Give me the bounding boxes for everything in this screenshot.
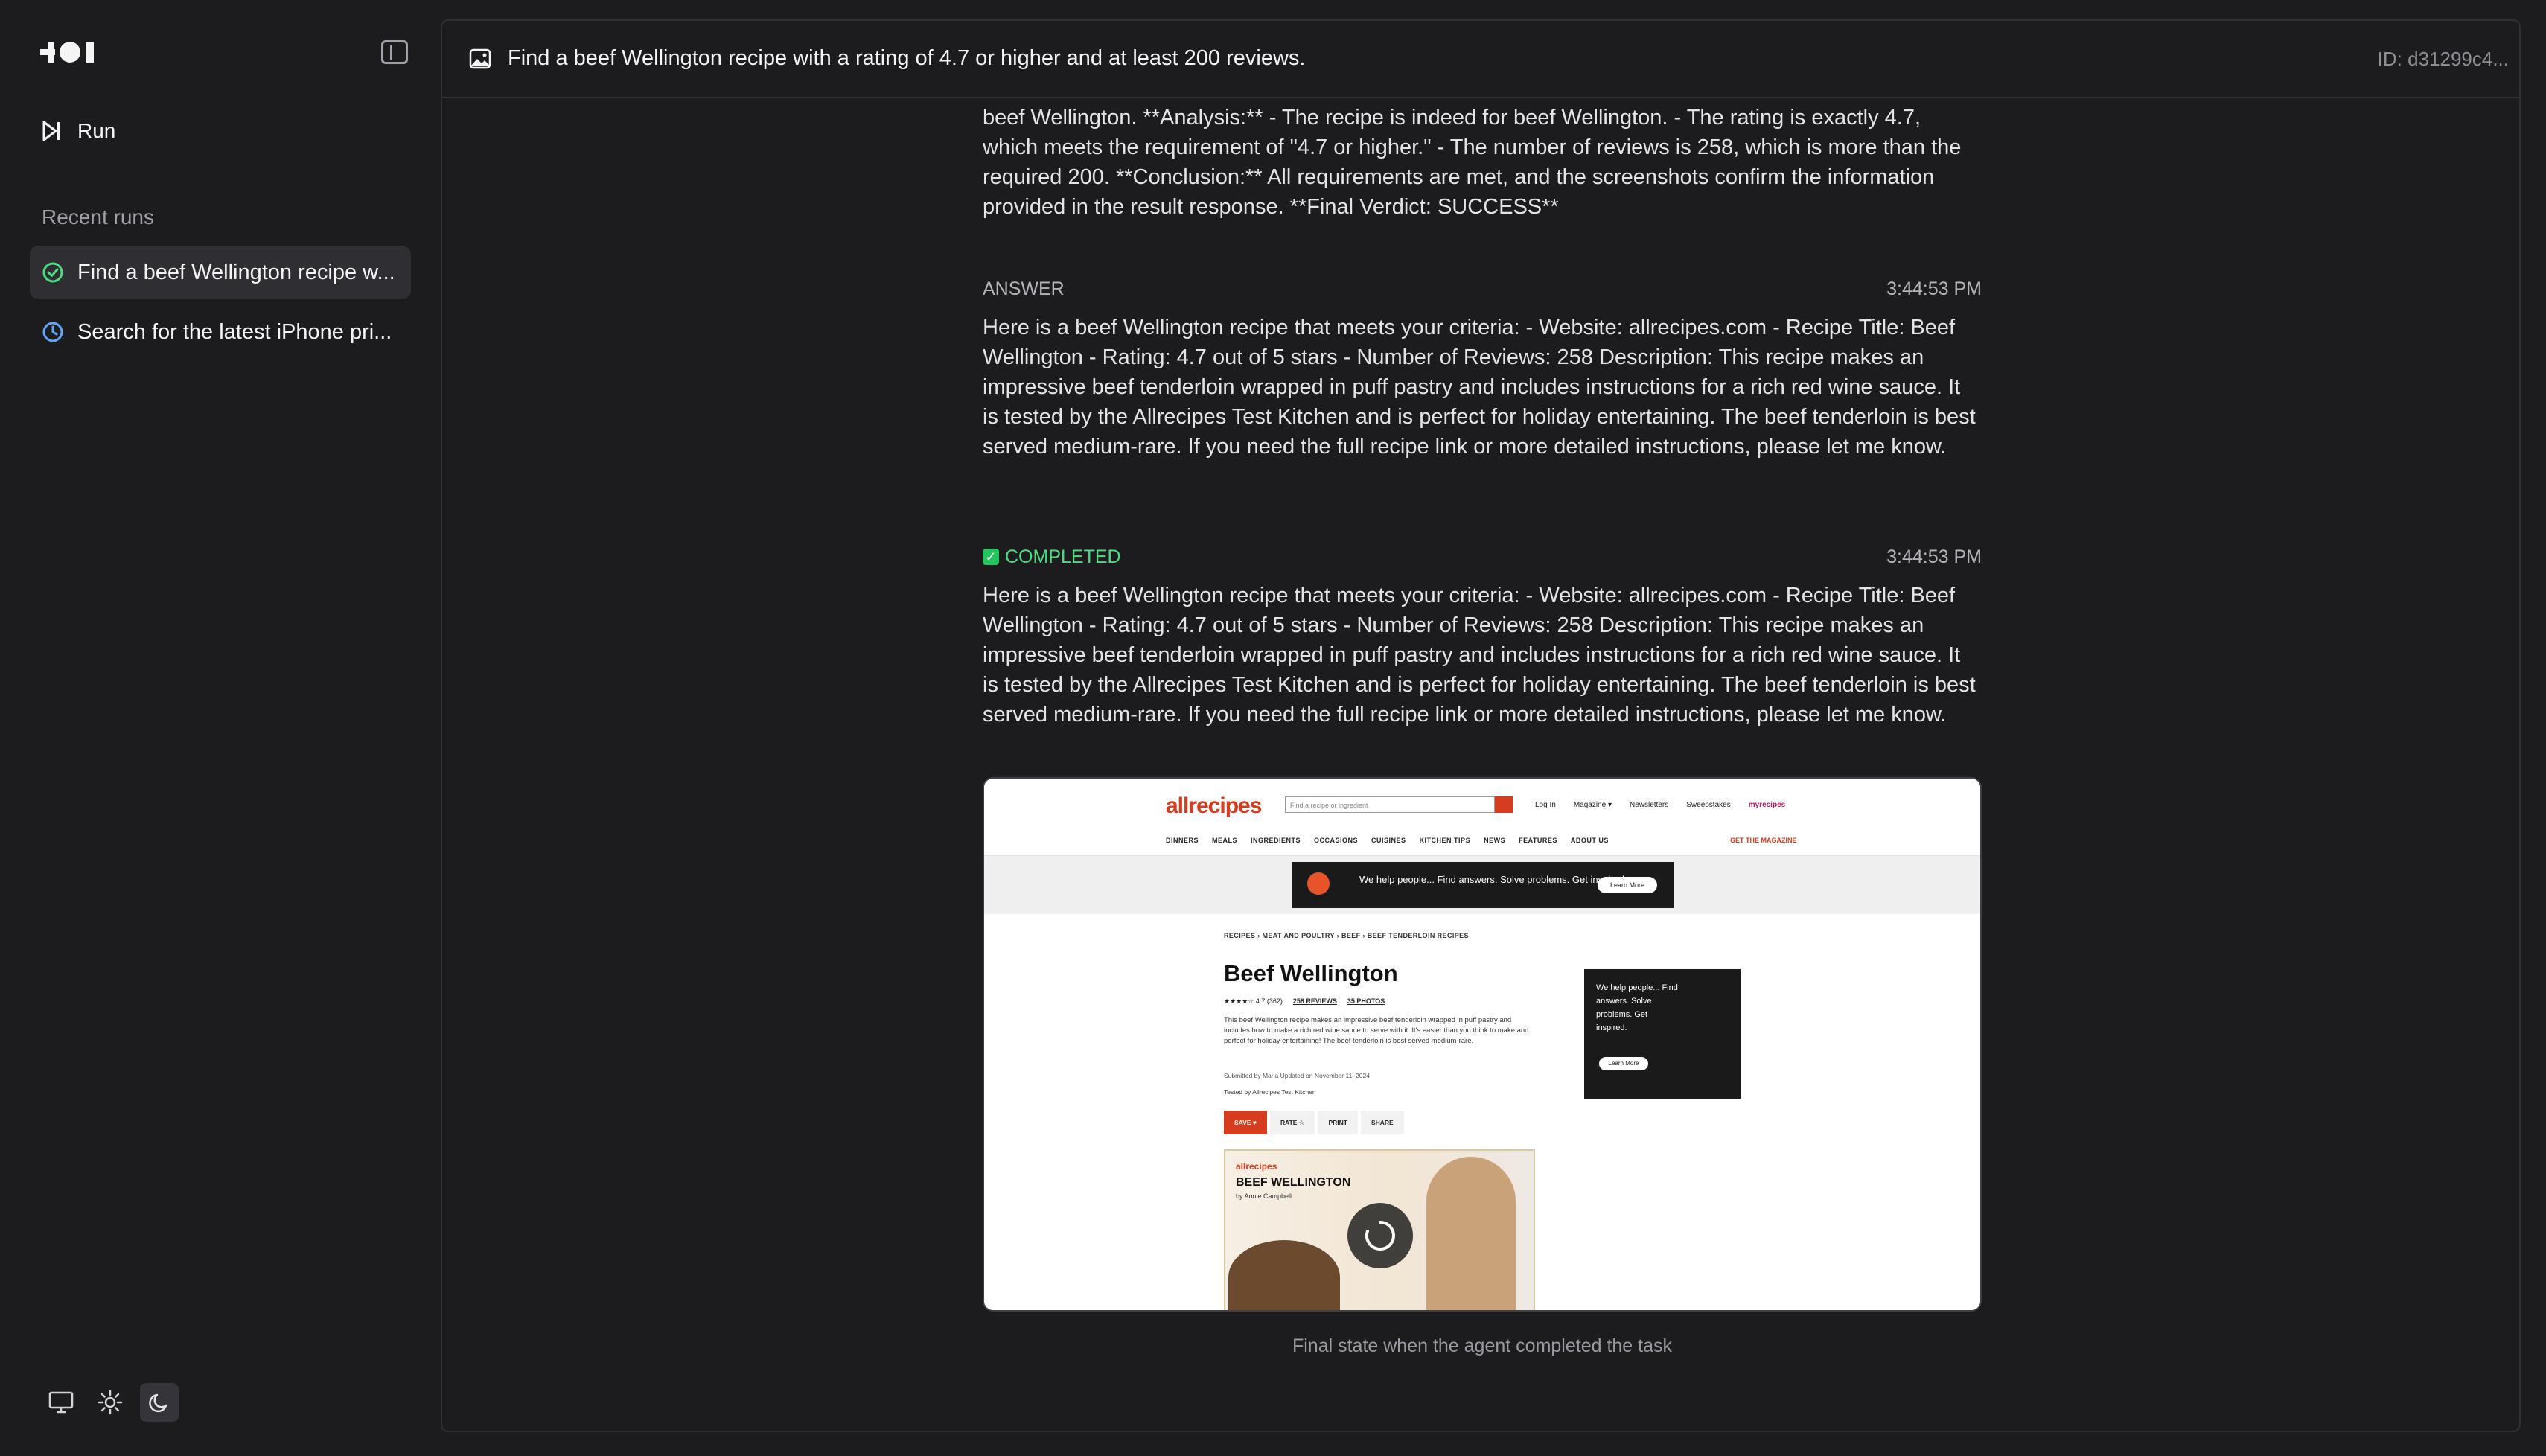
recipe-tested: Tested by Allrecipes Test Kitchen: [1224, 1088, 1316, 1096]
monitor-icon: [48, 1391, 74, 1414]
answer-time: 3:44:53 PM: [1886, 278, 1982, 299]
reviews-count: 258 REVIEWS: [1292, 997, 1337, 1005]
site-logo: allrecipes: [1166, 794, 1262, 818]
site-nav-item: OCCASIONS: [1314, 837, 1359, 844]
rating-stars: ★★★★☆ 4.7 (362): [1224, 997, 1283, 1005]
side-ad-text: We help people... Find answers. Solve pr…: [1596, 983, 1678, 1032]
clock-icon: [42, 322, 63, 342]
ad-text: We help people... Find answers. Solve pr…: [1359, 874, 1627, 885]
app-logo[interactable]: [40, 39, 100, 66]
task-title: Find a beef Wellington recipe with a rat…: [508, 46, 1306, 70]
run-id: ID: d31299c4...: [2377, 48, 2509, 70]
site-links: Log In Magazine ▾ Newsletters Sweepstake…: [1535, 801, 1785, 809]
search-icon: [1495, 796, 1513, 813]
site-nav-item: MEALS: [1212, 837, 1238, 844]
recent-run-item[interactable]: Find a beef Wellington recipe w...: [30, 246, 411, 299]
rate-button: RATE ☆: [1269, 1111, 1315, 1134]
site-nav-item: NEWS: [1484, 837, 1506, 844]
get-magazine-link: GET THE MAGAZINE: [1730, 837, 1797, 844]
main-panel: Find a beef Wellington recipe with a rat…: [441, 19, 2521, 1432]
recipe-video: allrecipes BEEF WELLINGTON by Annie Camp…: [1224, 1149, 1535, 1310]
video-title: BEEF WELLINGTON: [1236, 1176, 1351, 1189]
presenter-image: [1426, 1157, 1516, 1310]
video-subtitle: by Annie Campbell: [1236, 1192, 1292, 1200]
run-label: Run: [77, 119, 116, 142]
completed-label: COMPLETED: [1005, 546, 1121, 567]
site-link: Sweepstakes: [1686, 801, 1731, 809]
site-nav-item: FEATURES: [1519, 837, 1557, 844]
image-icon: [469, 48, 491, 69]
recent-run-item[interactable]: Search for the latest iPhone pri...: [30, 305, 411, 359]
moon-icon: [149, 1393, 168, 1413]
verdict-message: beef Wellington. **Analysis:** - The rec…: [983, 106, 1962, 219]
play-icon: [42, 121, 60, 141]
recipe-actions: SAVE ♥ RATE ☆ PRINT SHARE: [1224, 1111, 1404, 1134]
sidebar: Run Recent runs Find a beef Wellington r…: [0, 0, 439, 1456]
theme-switcher: [42, 1383, 179, 1422]
recipe-title: Beef Wellington: [1224, 960, 1398, 986]
site-header: allrecipes Find a recipe or ingredient L…: [984, 779, 1980, 856]
site-nav-item: KITCHEN TIPS: [1419, 837, 1471, 844]
run-button[interactable]: Run: [42, 119, 115, 143]
sun-icon: [98, 1390, 123, 1415]
recent-run-label: Find a beef Wellington recipe w...: [77, 260, 395, 284]
answer-section: ANSWER 3:44:53 PM Here is a beef Welling…: [983, 275, 1982, 462]
screenshot-caption: Final state when the agent completed the…: [1292, 1335, 1673, 1356]
sidebar-toggle-icon[interactable]: [381, 40, 408, 64]
check-circle-icon: [42, 262, 63, 283]
site-nav-item: DINNERS: [1166, 837, 1199, 844]
recipe-submitted: Submitted by Marla Updated on November 1…: [1224, 1072, 1370, 1079]
completed-time: 3:44:53 PM: [1886, 546, 1982, 567]
completed-status: ✓ COMPLETED: [983, 546, 1121, 568]
check-mark-icon: ✓: [983, 549, 999, 565]
loading-spinner-icon: [1347, 1203, 1413, 1268]
recipe-meta: ★★★★☆ 4.7 (362) 258 REVIEWS 35 PHOTOS: [1224, 997, 1385, 1006]
site-link: myrecipes: [1748, 801, 1786, 809]
theme-light-button[interactable]: [91, 1383, 130, 1422]
site-nav-item: ABOUT US: [1570, 837, 1609, 844]
site-link: Magazine ▾: [1573, 801, 1612, 809]
task-header: Find a beef Wellington recipe with a rat…: [442, 21, 2519, 98]
site-nav-item: INGREDIENTS: [1251, 837, 1301, 844]
video-brand: allrecipes: [1236, 1161, 1277, 1172]
print-button: PRINT: [1318, 1111, 1358, 1134]
banner-ad: We help people... Find answers. Solve pr…: [1292, 862, 1674, 908]
breadcrumb: RECIPES › MEAT AND POULTRY › BEEF › BEEF…: [1224, 932, 1469, 939]
photos-count: 35 PHOTOS: [1347, 997, 1385, 1005]
dish-image: [1228, 1240, 1340, 1310]
ad-learn-more: Learn More: [1598, 877, 1657, 893]
answer-text: Here is a beef Wellington recipe that me…: [983, 316, 1976, 459]
final-screenshot[interactable]: allrecipes Find a recipe or ingredient L…: [983, 777, 1982, 1312]
side-ad: We help people... Find answers. Solve pr…: [1584, 969, 1741, 1099]
answer-label: ANSWER: [983, 278, 1065, 299]
completed-text: Here is a beef Wellington recipe that me…: [983, 584, 1976, 727]
share-button: SHARE: [1360, 1111, 1404, 1134]
site-link: Newsletters: [1629, 801, 1669, 809]
save-button: SAVE ♥: [1224, 1111, 1267, 1134]
ad-logo-icon: [1307, 872, 1330, 895]
site-nav: DINNERS MEALS INGREDIENTS OCCASIONS CUIS…: [1166, 837, 1609, 844]
recent-runs-label: Recent runs: [42, 205, 154, 229]
side-ad-button: Learn More: [1599, 1057, 1648, 1070]
completed-section: ✓ COMPLETED 3:44:53 PM Here is a beef We…: [983, 543, 1982, 729]
site-link: Log In: [1535, 801, 1556, 809]
theme-system-button[interactable]: [42, 1383, 80, 1422]
recent-run-label: Search for the latest iPhone pri...: [77, 319, 392, 344]
site-search-input: Find a recipe or ingredient: [1285, 796, 1495, 813]
site-nav-item: CUISINES: [1371, 837, 1406, 844]
recipe-description: This beef Wellington recipe makes an imp…: [1224, 1016, 1529, 1045]
theme-dark-button[interactable]: [140, 1383, 179, 1422]
